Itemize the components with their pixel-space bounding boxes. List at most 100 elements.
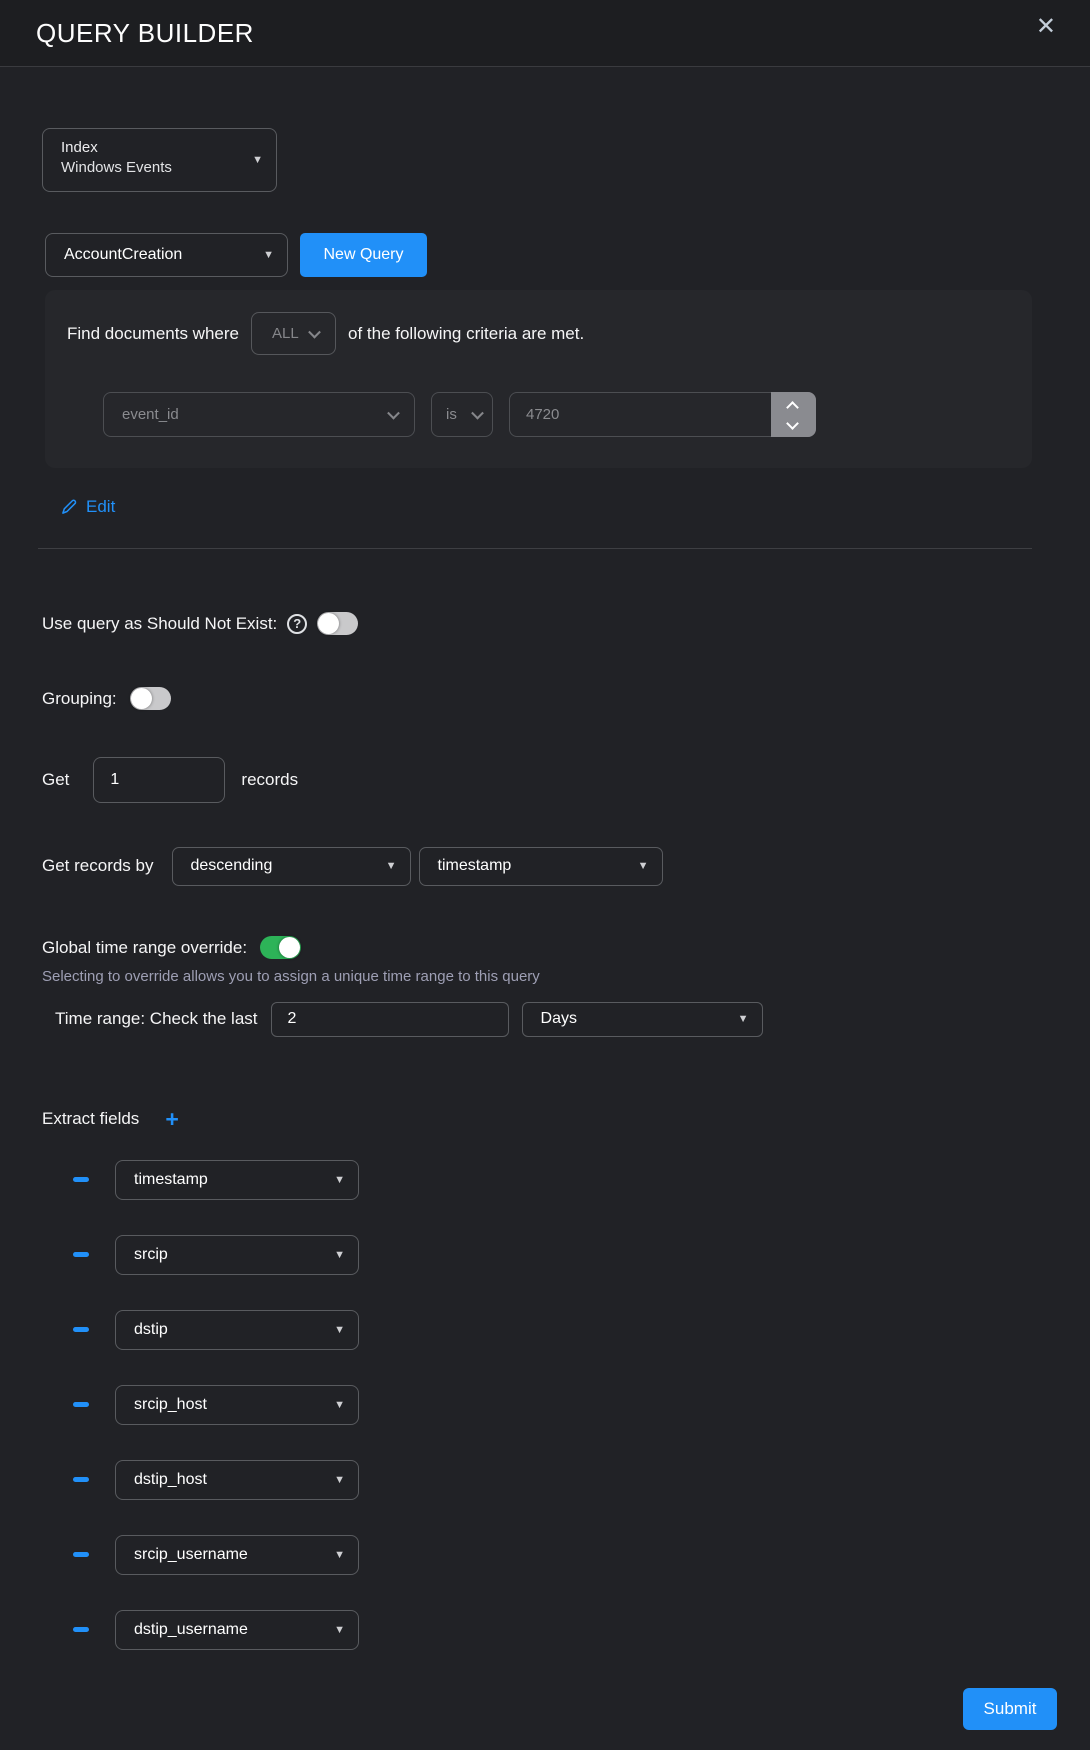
toggle-knob bbox=[279, 937, 300, 958]
remove-field-icon[interactable] bbox=[73, 1177, 89, 1182]
caret-down-icon: ▼ bbox=[738, 1013, 749, 1025]
index-select-value: Windows Events bbox=[61, 159, 236, 176]
criteria-operator-select[interactable]: is bbox=[431, 392, 493, 437]
page-title: QUERY BUILDER bbox=[36, 18, 254, 49]
add-field-icon[interactable]: + bbox=[165, 1109, 178, 1129]
section-divider bbox=[38, 548, 1032, 549]
modal-body: Index Windows Events ▼ AccountCreation ▼… bbox=[0, 128, 1090, 1730]
criteria-field-value: event_id bbox=[122, 406, 179, 423]
extract-field-row: dstip ▼ bbox=[42, 1310, 1090, 1350]
remove-field-icon[interactable] bbox=[73, 1477, 89, 1482]
record-count-input[interactable] bbox=[93, 757, 225, 803]
match-type-value: ALL bbox=[272, 325, 299, 342]
extract-field-value: timestamp bbox=[134, 1171, 208, 1189]
criteria-row: event_id is 4720 bbox=[67, 392, 1010, 437]
caret-down-icon: ▼ bbox=[334, 1624, 345, 1636]
index-select[interactable]: Index Windows Events ▼ bbox=[42, 128, 277, 192]
number-spinner bbox=[771, 392, 816, 437]
extract-field-row: timestamp ▼ bbox=[42, 1160, 1090, 1200]
extract-field-select[interactable]: srcip_username ▼ bbox=[115, 1535, 359, 1575]
should-not-exist-row: Use query as Should Not Exist: ? bbox=[42, 612, 1090, 636]
caret-down-icon: ▼ bbox=[334, 1399, 345, 1411]
grouping-label: Grouping: bbox=[42, 689, 117, 709]
caret-down-icon: ▼ bbox=[334, 1474, 345, 1486]
extract-field-select[interactable]: dstip_host ▼ bbox=[115, 1460, 359, 1500]
sort-order-select[interactable]: descending ▼ bbox=[172, 847, 411, 886]
remove-field-icon[interactable] bbox=[73, 1402, 89, 1407]
extract-field-value: dstip_username bbox=[134, 1621, 248, 1639]
edit-label: Edit bbox=[86, 497, 115, 517]
spinner-down-icon[interactable] bbox=[788, 419, 799, 430]
remove-field-icon[interactable] bbox=[73, 1252, 89, 1257]
toggle-knob bbox=[318, 613, 339, 634]
remove-field-icon[interactable] bbox=[73, 1327, 89, 1332]
caret-down-icon: ▼ bbox=[252, 154, 263, 166]
caret-down-icon: ▼ bbox=[334, 1249, 345, 1261]
extract-field-row: dstip_username ▼ bbox=[42, 1610, 1090, 1650]
saved-query-value: AccountCreation bbox=[64, 246, 182, 264]
time-override-row: Global time range override: bbox=[42, 936, 1090, 960]
query-bar: AccountCreation ▼ New Query bbox=[42, 233, 1090, 277]
time-override-label: Global time range override: bbox=[42, 938, 247, 958]
chevron-down-icon bbox=[387, 406, 400, 419]
saved-query-select[interactable]: AccountCreation ▼ bbox=[45, 233, 288, 277]
extract-field-row: srcip ▼ bbox=[42, 1235, 1090, 1275]
extract-field-value: srcip_username bbox=[134, 1546, 248, 1564]
new-query-button[interactable]: New Query bbox=[300, 233, 427, 277]
sort-order-value: descending bbox=[191, 857, 273, 875]
submit-button[interactable]: Submit bbox=[963, 1688, 1057, 1730]
criteria-panel: Find documents where ALL of the followin… bbox=[45, 290, 1032, 468]
time-range-row: Time range: Check the last Days ▼ bbox=[42, 1002, 1090, 1037]
criteria-sentence: Find documents where ALL of the followin… bbox=[67, 312, 1010, 355]
sort-field-select[interactable]: timestamp ▼ bbox=[419, 847, 663, 886]
extract-field-row: dstip_host ▼ bbox=[42, 1460, 1090, 1500]
extract-field-row: srcip_host ▼ bbox=[42, 1385, 1090, 1425]
close-icon[interactable]: ✕ bbox=[1032, 11, 1060, 43]
sort-field-value: timestamp bbox=[438, 857, 512, 875]
extract-field-value: dstip_host bbox=[134, 1471, 207, 1489]
extract-fields-header: Extract fields + bbox=[42, 1107, 1090, 1131]
caret-down-icon: ▼ bbox=[334, 1174, 345, 1186]
time-override-toggle[interactable] bbox=[260, 936, 301, 959]
criteria-sentence-suffix: of the following criteria are met. bbox=[348, 324, 584, 344]
criteria-value: 4720 bbox=[526, 406, 559, 423]
extract-field-value: srcip bbox=[134, 1246, 168, 1264]
pencil-icon bbox=[60, 498, 78, 516]
chevron-down-icon bbox=[308, 325, 321, 338]
criteria-operator-value: is bbox=[446, 406, 457, 423]
should-not-exist-label: Use query as Should Not Exist: bbox=[42, 614, 277, 634]
remove-field-icon[interactable] bbox=[73, 1552, 89, 1557]
caret-down-icon: ▼ bbox=[638, 860, 649, 872]
criteria-value-input[interactable]: 4720 bbox=[509, 392, 816, 437]
extract-field-select[interactable]: srcip_host ▼ bbox=[115, 1385, 359, 1425]
grouping-toggle[interactable] bbox=[130, 687, 171, 710]
criteria-sentence-prefix: Find documents where bbox=[67, 324, 239, 344]
extract-field-row: srcip_username ▼ bbox=[42, 1535, 1090, 1575]
extract-fields-title: Extract fields bbox=[42, 1109, 139, 1129]
toggle-knob bbox=[131, 688, 152, 709]
spinner-up-icon[interactable] bbox=[788, 399, 799, 410]
extract-field-select[interactable]: dstip ▼ bbox=[115, 1310, 359, 1350]
time-range-value-input[interactable] bbox=[271, 1002, 509, 1037]
get-records-by-label: Get records by bbox=[42, 856, 154, 876]
help-icon[interactable]: ? bbox=[287, 614, 307, 634]
remove-field-icon[interactable] bbox=[73, 1627, 89, 1632]
extract-field-select[interactable]: timestamp ▼ bbox=[115, 1160, 359, 1200]
modal-header: QUERY BUILDER ✕ bbox=[0, 0, 1090, 67]
get-label: Get bbox=[42, 770, 69, 790]
match-type-select[interactable]: ALL bbox=[251, 312, 336, 355]
time-unit-select[interactable]: Days ▼ bbox=[522, 1002, 763, 1037]
query-builder-modal: QUERY BUILDER ✕ Index Windows Events ▼ A… bbox=[0, 0, 1090, 1730]
time-range-label: Time range: Check the last bbox=[55, 1009, 258, 1029]
grouping-row: Grouping: bbox=[42, 687, 1090, 711]
edit-query-link[interactable]: Edit bbox=[60, 494, 115, 519]
caret-down-icon: ▼ bbox=[386, 860, 397, 872]
should-not-exist-toggle[interactable] bbox=[317, 612, 358, 635]
time-unit-value: Days bbox=[541, 1010, 577, 1028]
modal-footer: Submit bbox=[42, 1688, 1090, 1730]
extract-field-select[interactable]: srcip ▼ bbox=[115, 1235, 359, 1275]
criteria-field-select[interactable]: event_id bbox=[103, 392, 415, 437]
index-select-label: Index bbox=[61, 139, 236, 156]
extract-field-select[interactable]: dstip_username ▼ bbox=[115, 1610, 359, 1650]
time-override-hint: Selecting to override allows you to assi… bbox=[42, 968, 1090, 986]
